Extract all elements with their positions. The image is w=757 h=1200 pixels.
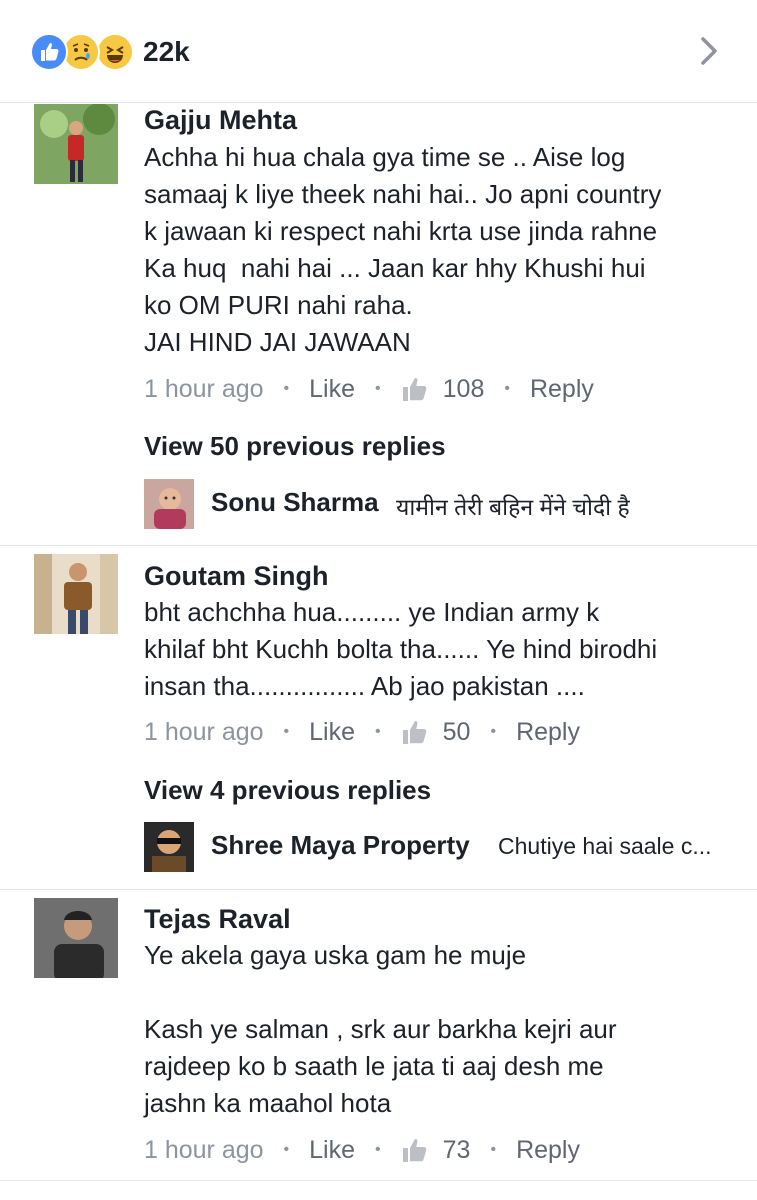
comment-text: Achha hi hua chala gya time se .. Aise l… xyxy=(144,142,662,357)
like-icon xyxy=(30,33,68,71)
avatar[interactable] xyxy=(144,479,194,529)
reply-button[interactable]: Reply xyxy=(516,718,580,747)
reaction-icons xyxy=(30,33,140,71)
reactions-bar[interactable]: 22k xyxy=(0,0,757,100)
comment-author[interactable]: Gajju Mehta xyxy=(144,105,297,136)
separator-dot: • xyxy=(283,1141,290,1158)
divider xyxy=(0,102,757,103)
separator-dot: • xyxy=(375,723,381,740)
divider xyxy=(0,545,757,546)
divider xyxy=(0,1180,757,1181)
view-previous-replies-link[interactable]: View 4 previous replies xyxy=(144,775,431,806)
like-button[interactable]: Like xyxy=(309,375,355,404)
separator-dot: • xyxy=(375,380,381,397)
comment-text: Ye akela gaya uska gam he muje Kash ye s… xyxy=(144,940,617,1118)
avatar[interactable] xyxy=(34,898,118,978)
separator-dot: • xyxy=(490,723,497,740)
comment-text: bht achchha hua......... ye Indian army … xyxy=(144,597,658,701)
reply-preview[interactable]: Sonu Sharma यामीन तेरी बहिन मेंने चोदी ह… xyxy=(144,479,744,531)
haha-icon xyxy=(96,33,134,71)
like-count: 108 xyxy=(442,374,485,403)
thumbs-up-icon xyxy=(402,1138,426,1162)
chevron-right-icon[interactable] xyxy=(692,34,726,68)
avatar[interactable] xyxy=(34,104,118,184)
divider xyxy=(0,889,757,890)
comment-time[interactable]: 1 hour ago xyxy=(144,718,264,747)
separator-dot: • xyxy=(283,723,290,740)
thumbs-up-icon xyxy=(402,720,426,744)
like-count: 50 xyxy=(442,717,471,746)
like-button[interactable]: Like xyxy=(309,1136,355,1165)
separator-dot: • xyxy=(490,1141,497,1158)
comment-author[interactable]: Tejas Raval xyxy=(144,904,291,935)
reaction-count: 22k xyxy=(143,36,190,67)
comment-time[interactable]: 1 hour ago xyxy=(144,375,264,404)
avatar[interactable] xyxy=(34,554,118,634)
comment-meta: 1 hour ago • Like • 108 • Reply xyxy=(144,369,594,409)
comment-author[interactable]: Goutam Singh xyxy=(144,561,329,592)
view-previous-replies-link[interactable]: View 50 previous replies xyxy=(144,431,446,462)
reply-text: यामीन तेरी बहिन मेंने चोदी है xyxy=(396,494,630,520)
separator-dot: • xyxy=(375,1141,381,1158)
comment-meta: 1 hour ago • Like • 73 • Reply xyxy=(144,1130,580,1170)
avatar[interactable] xyxy=(144,822,194,872)
thumbs-up-icon xyxy=(402,377,426,401)
comment-time[interactable]: 1 hour ago xyxy=(144,1136,264,1165)
reply-text: Chutiye hai saale c... xyxy=(498,833,712,859)
like-count: 73 xyxy=(442,1135,471,1164)
reply-preview[interactable]: Shree Maya Property Chutiye hai saale c.… xyxy=(144,822,744,874)
reply-author[interactable]: Shree Maya Property xyxy=(211,830,470,861)
comment-meta: 1 hour ago • Like • 50 • Reply xyxy=(144,712,580,752)
reply-button[interactable]: Reply xyxy=(530,375,594,404)
reply-button[interactable]: Reply xyxy=(516,1136,580,1165)
like-button[interactable]: Like xyxy=(309,718,355,747)
reply-author[interactable]: Sonu Sharma xyxy=(211,487,379,518)
separator-dot: • xyxy=(504,380,510,397)
separator-dot: • xyxy=(283,380,290,397)
